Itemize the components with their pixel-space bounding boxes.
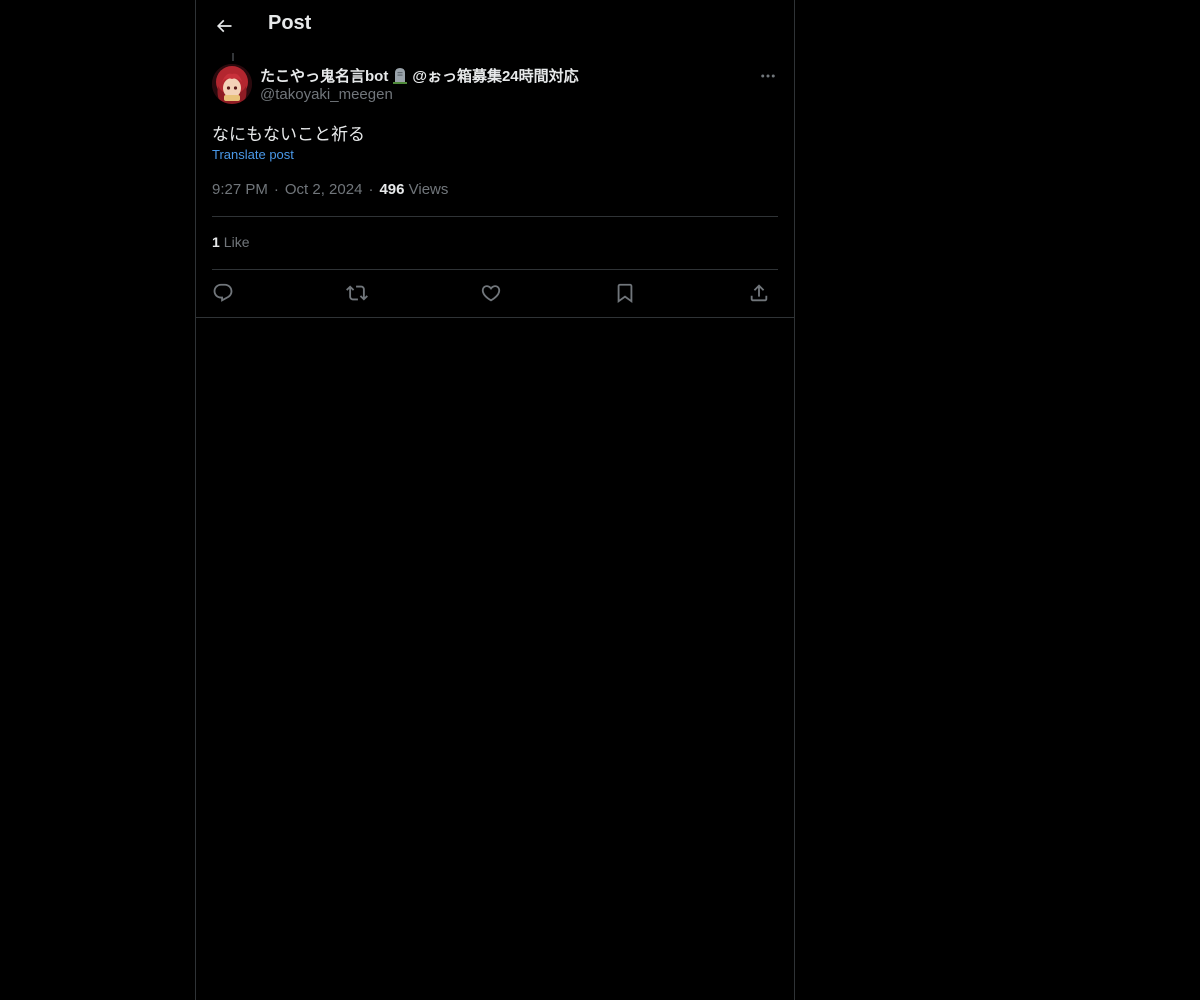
like-button[interactable] xyxy=(476,278,506,308)
meta-separator: · xyxy=(273,181,279,198)
post-date[interactable]: Oct 2, 2024 xyxy=(285,181,363,198)
display-name-prefix: たこやっ鬼名言bot xyxy=(260,68,389,85)
likes-link[interactable]: 1 Like xyxy=(212,234,249,250)
header-bar: Post xyxy=(196,0,794,53)
post-metadata: 9:27 PM · Oct 2, 2024 · 496 Views xyxy=(212,181,448,198)
action-bar xyxy=(212,278,778,308)
divider xyxy=(212,269,778,270)
share-button[interactable] xyxy=(744,278,774,308)
translate-post-link[interactable]: Translate post xyxy=(212,147,294,162)
repost-icon xyxy=(346,282,368,304)
reply-button[interactable] xyxy=(208,278,238,308)
divider xyxy=(212,216,778,217)
post-text: なにもないこと祈る xyxy=(212,125,365,144)
views-label: Views xyxy=(408,181,449,198)
more-horizontal-icon xyxy=(759,67,777,85)
share-icon xyxy=(748,282,770,304)
back-button[interactable] xyxy=(208,10,240,42)
repost-button[interactable] xyxy=(342,278,372,308)
page-title: Post xyxy=(268,12,312,34)
author-display-name[interactable]: たこやっ鬼名言bot @ぉっ箱募集24時間対応 xyxy=(260,65,579,86)
author-handle[interactable]: @takoyaki_meegen xyxy=(260,86,393,103)
avatar[interactable] xyxy=(212,64,252,104)
display-name-suffix: @ぉっ箱募集24時間対応 xyxy=(412,68,579,85)
likes-label: Like xyxy=(223,234,250,250)
tombstone-emoji-icon xyxy=(392,67,408,84)
more-options-button[interactable] xyxy=(756,64,780,88)
views-count: 496 xyxy=(379,181,405,198)
likes-count: 1 xyxy=(212,234,220,250)
reply-icon xyxy=(212,282,234,304)
meta-separator: · xyxy=(368,181,374,198)
arrow-left-icon xyxy=(214,16,234,36)
heart-icon xyxy=(480,282,502,304)
bookmark-icon xyxy=(614,282,636,304)
post-column: Post たこやっ鬼名言bot @ぉっ箱募集24時間対応 @takoyaki_m… xyxy=(195,0,795,1000)
post-bottom-border xyxy=(196,317,794,318)
thread-connector-line xyxy=(232,53,234,61)
bookmark-button[interactable] xyxy=(610,278,640,308)
post-time[interactable]: 9:27 PM xyxy=(212,181,268,198)
